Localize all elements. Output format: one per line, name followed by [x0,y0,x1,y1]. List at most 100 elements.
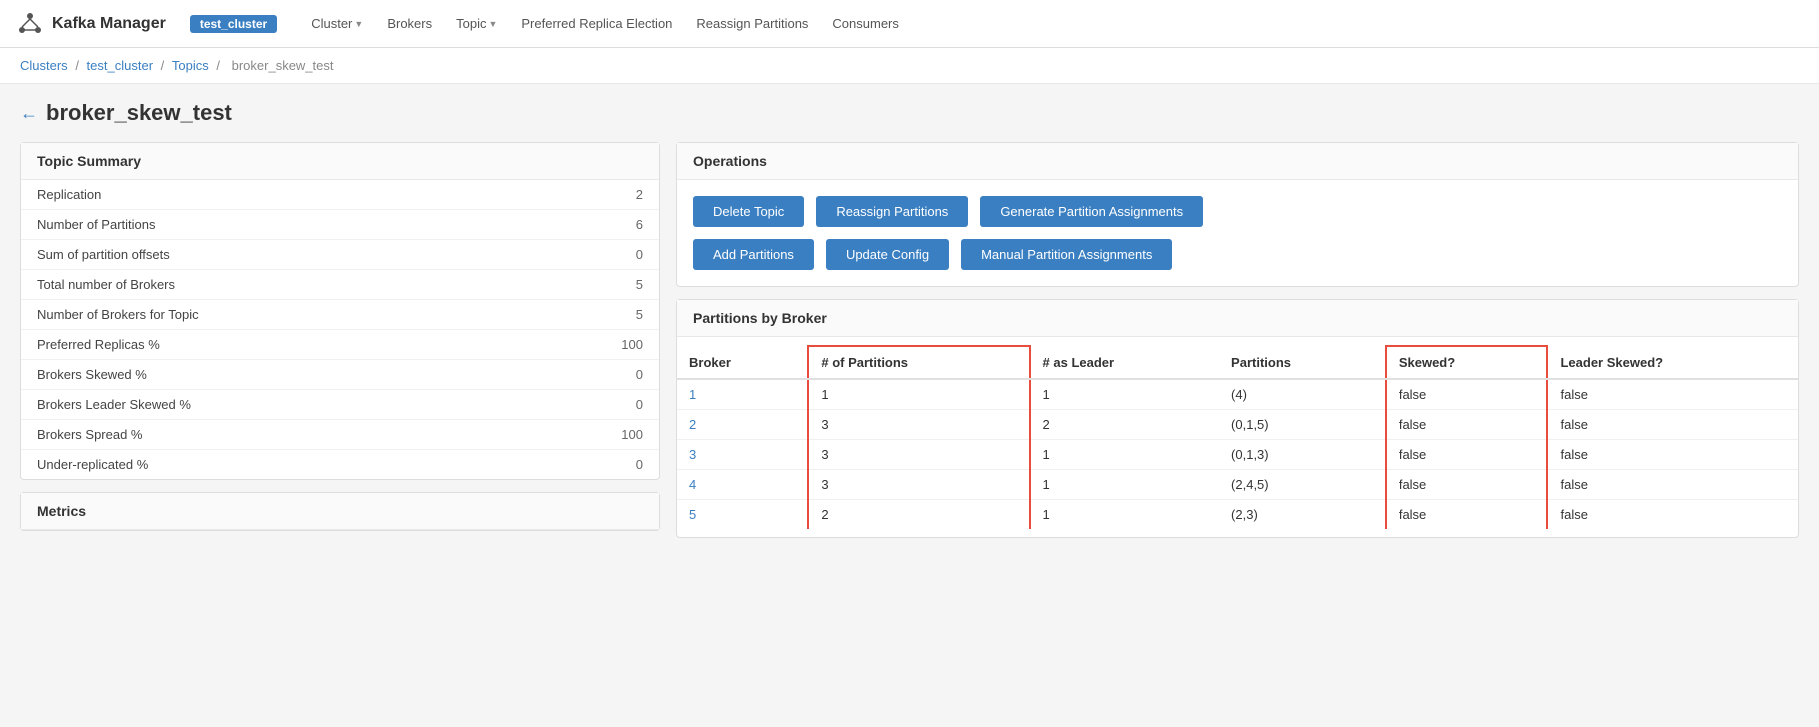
broker-link-5[interactable]: 5 [677,500,808,530]
as-leader-4: 1 [1030,470,1220,500]
topic-summary-card: Topic Summary Replication 2 Number of Pa… [20,142,660,480]
delete-topic-button[interactable]: Delete Topic [693,196,804,227]
manual-partition-assignments-button[interactable]: Manual Partition Assignments [961,239,1172,270]
add-partitions-button[interactable]: Add Partitions [693,239,814,270]
nav-topic[interactable]: Topic ▼ [446,10,507,37]
col-partitions: Partitions [1219,346,1386,379]
table-row: Under-replicated % 0 [21,450,659,480]
nav-consumers[interactable]: Consumers [822,10,908,37]
generate-partition-assignments-button[interactable]: Generate Partition Assignments [980,196,1203,227]
update-config-button[interactable]: Update Config [826,239,949,270]
summary-value: 100 [520,420,659,450]
skewed-3: false [1386,440,1548,470]
as-leader-5: 1 [1030,500,1220,530]
breadcrumb-current: broker_skew_test [232,58,334,73]
table-header-row: Broker # of Partitions # as Leader Parti… [677,346,1798,379]
table-row: 1 1 1 (4) false false [677,379,1798,410]
as-leader-2: 2 [1030,410,1220,440]
num-partitions-3: 3 [808,440,1029,470]
nav-reassign-partitions[interactable]: Reassign Partitions [686,10,818,37]
summary-value: 6 [520,210,659,240]
cluster-badge[interactable]: test_cluster [190,15,277,33]
col-broker: Broker [677,346,808,379]
nav-links: Cluster ▼ Brokers Topic ▼ Preferred Repl… [301,10,909,37]
broker-link-3[interactable]: 3 [677,440,808,470]
nav-cluster[interactable]: Cluster ▼ [301,10,373,37]
leader-skewed-5: false [1547,500,1798,530]
table-row: 2 3 2 (0,1,5) false false [677,410,1798,440]
broker-link-2[interactable]: 2 [677,410,808,440]
table-row: Replication 2 [21,180,659,210]
left-column: Topic Summary Replication 2 Number of Pa… [20,142,660,543]
partitions-1: (4) [1219,379,1386,410]
reassign-partitions-button[interactable]: Reassign Partitions [816,196,968,227]
breadcrumb-test-cluster[interactable]: test_cluster [87,58,153,73]
table-row: Number of Brokers for Topic 5 [21,300,659,330]
table-row: Preferred Replicas % 100 [21,330,659,360]
partitions-by-broker-header: Partitions by Broker [677,300,1798,337]
metrics-header: Metrics [21,493,659,530]
leader-skewed-3: false [1547,440,1798,470]
breadcrumb: Clusters / test_cluster / Topics / broke… [0,48,1819,84]
broker-link-1[interactable]: 1 [677,379,808,410]
summary-value: 5 [520,270,659,300]
summary-value: 100 [520,330,659,360]
leader-skewed-1: false [1547,379,1798,410]
navbar: Kafka Manager test_cluster Cluster ▼ Bro… [0,0,1819,48]
table-row: Brokers Skewed % 0 [21,360,659,390]
ops-row-2: Add Partitions Update Config Manual Part… [693,239,1782,270]
table-row: 4 3 1 (2,4,5) false false [677,470,1798,500]
as-leader-1: 1 [1030,379,1220,410]
col-num-partitions: # of Partitions [808,346,1029,379]
summary-value: 2 [520,180,659,210]
nav-brokers[interactable]: Brokers [377,10,442,37]
broker-link-4[interactable]: 4 [677,470,808,500]
summary-label: Replication [21,180,520,210]
summary-label: Number of Brokers for Topic [21,300,520,330]
topic-summary-header: Topic Summary [21,143,659,180]
brand-link[interactable]: Kafka Manager [16,10,166,38]
main-layout: Topic Summary Replication 2 Number of Pa… [20,142,1799,550]
table-row: Brokers Spread % 100 [21,420,659,450]
chevron-down-icon: ▼ [354,19,363,29]
partitions-by-broker-card: Partitions by Broker Broker # of Partiti… [676,299,1799,538]
leader-skewed-2: false [1547,410,1798,440]
nav-preferred-replica[interactable]: Preferred Replica Election [511,10,682,37]
summary-value: 0 [520,390,659,420]
table-row: 3 3 1 (0,1,3) false false [677,440,1798,470]
breadcrumb-sep-3: / [216,58,223,73]
partitions-4: (2,4,5) [1219,470,1386,500]
table-row: Total number of Brokers 5 [21,270,659,300]
summary-value: 0 [520,360,659,390]
col-leader-skewed: Leader Skewed? [1547,346,1798,379]
summary-value: 0 [520,240,659,270]
topic-name-heading: broker_skew_test [46,100,232,126]
partitions-5: (2,3) [1219,500,1386,530]
table-row: Sum of partition offsets 0 [21,240,659,270]
brand-name: Kafka Manager [52,15,166,33]
breadcrumb-clusters[interactable]: Clusters [20,58,68,73]
col-as-leader: # as Leader [1030,346,1220,379]
operations-header: Operations [677,143,1798,180]
table-row: Number of Partitions 6 [21,210,659,240]
breadcrumb-topics[interactable]: Topics [172,58,209,73]
summary-label: Preferred Replicas % [21,330,520,360]
num-partitions-4: 3 [808,470,1029,500]
partitions-table-container: Broker # of Partitions # as Leader Parti… [677,337,1798,537]
num-partitions-5: 2 [808,500,1029,530]
ops-row-1: Delete Topic Reassign Partitions Generat… [693,196,1782,227]
summary-value: 5 [520,300,659,330]
breadcrumb-sep-2: / [161,58,168,73]
partitions-table: Broker # of Partitions # as Leader Parti… [677,345,1798,529]
skewed-1: false [1386,379,1548,410]
metrics-card: Metrics [20,492,660,531]
back-arrow-icon[interactable]: ← [20,103,38,124]
skewed-4: false [1386,470,1548,500]
summary-label: Sum of partition offsets [21,240,520,270]
breadcrumb-sep-1: / [75,58,82,73]
leader-skewed-4: false [1547,470,1798,500]
right-column: Operations Delete Topic Reassign Partiti… [676,142,1799,550]
partitions-3: (0,1,3) [1219,440,1386,470]
chevron-down-icon-2: ▼ [488,19,497,29]
col-skewed: Skewed? [1386,346,1548,379]
